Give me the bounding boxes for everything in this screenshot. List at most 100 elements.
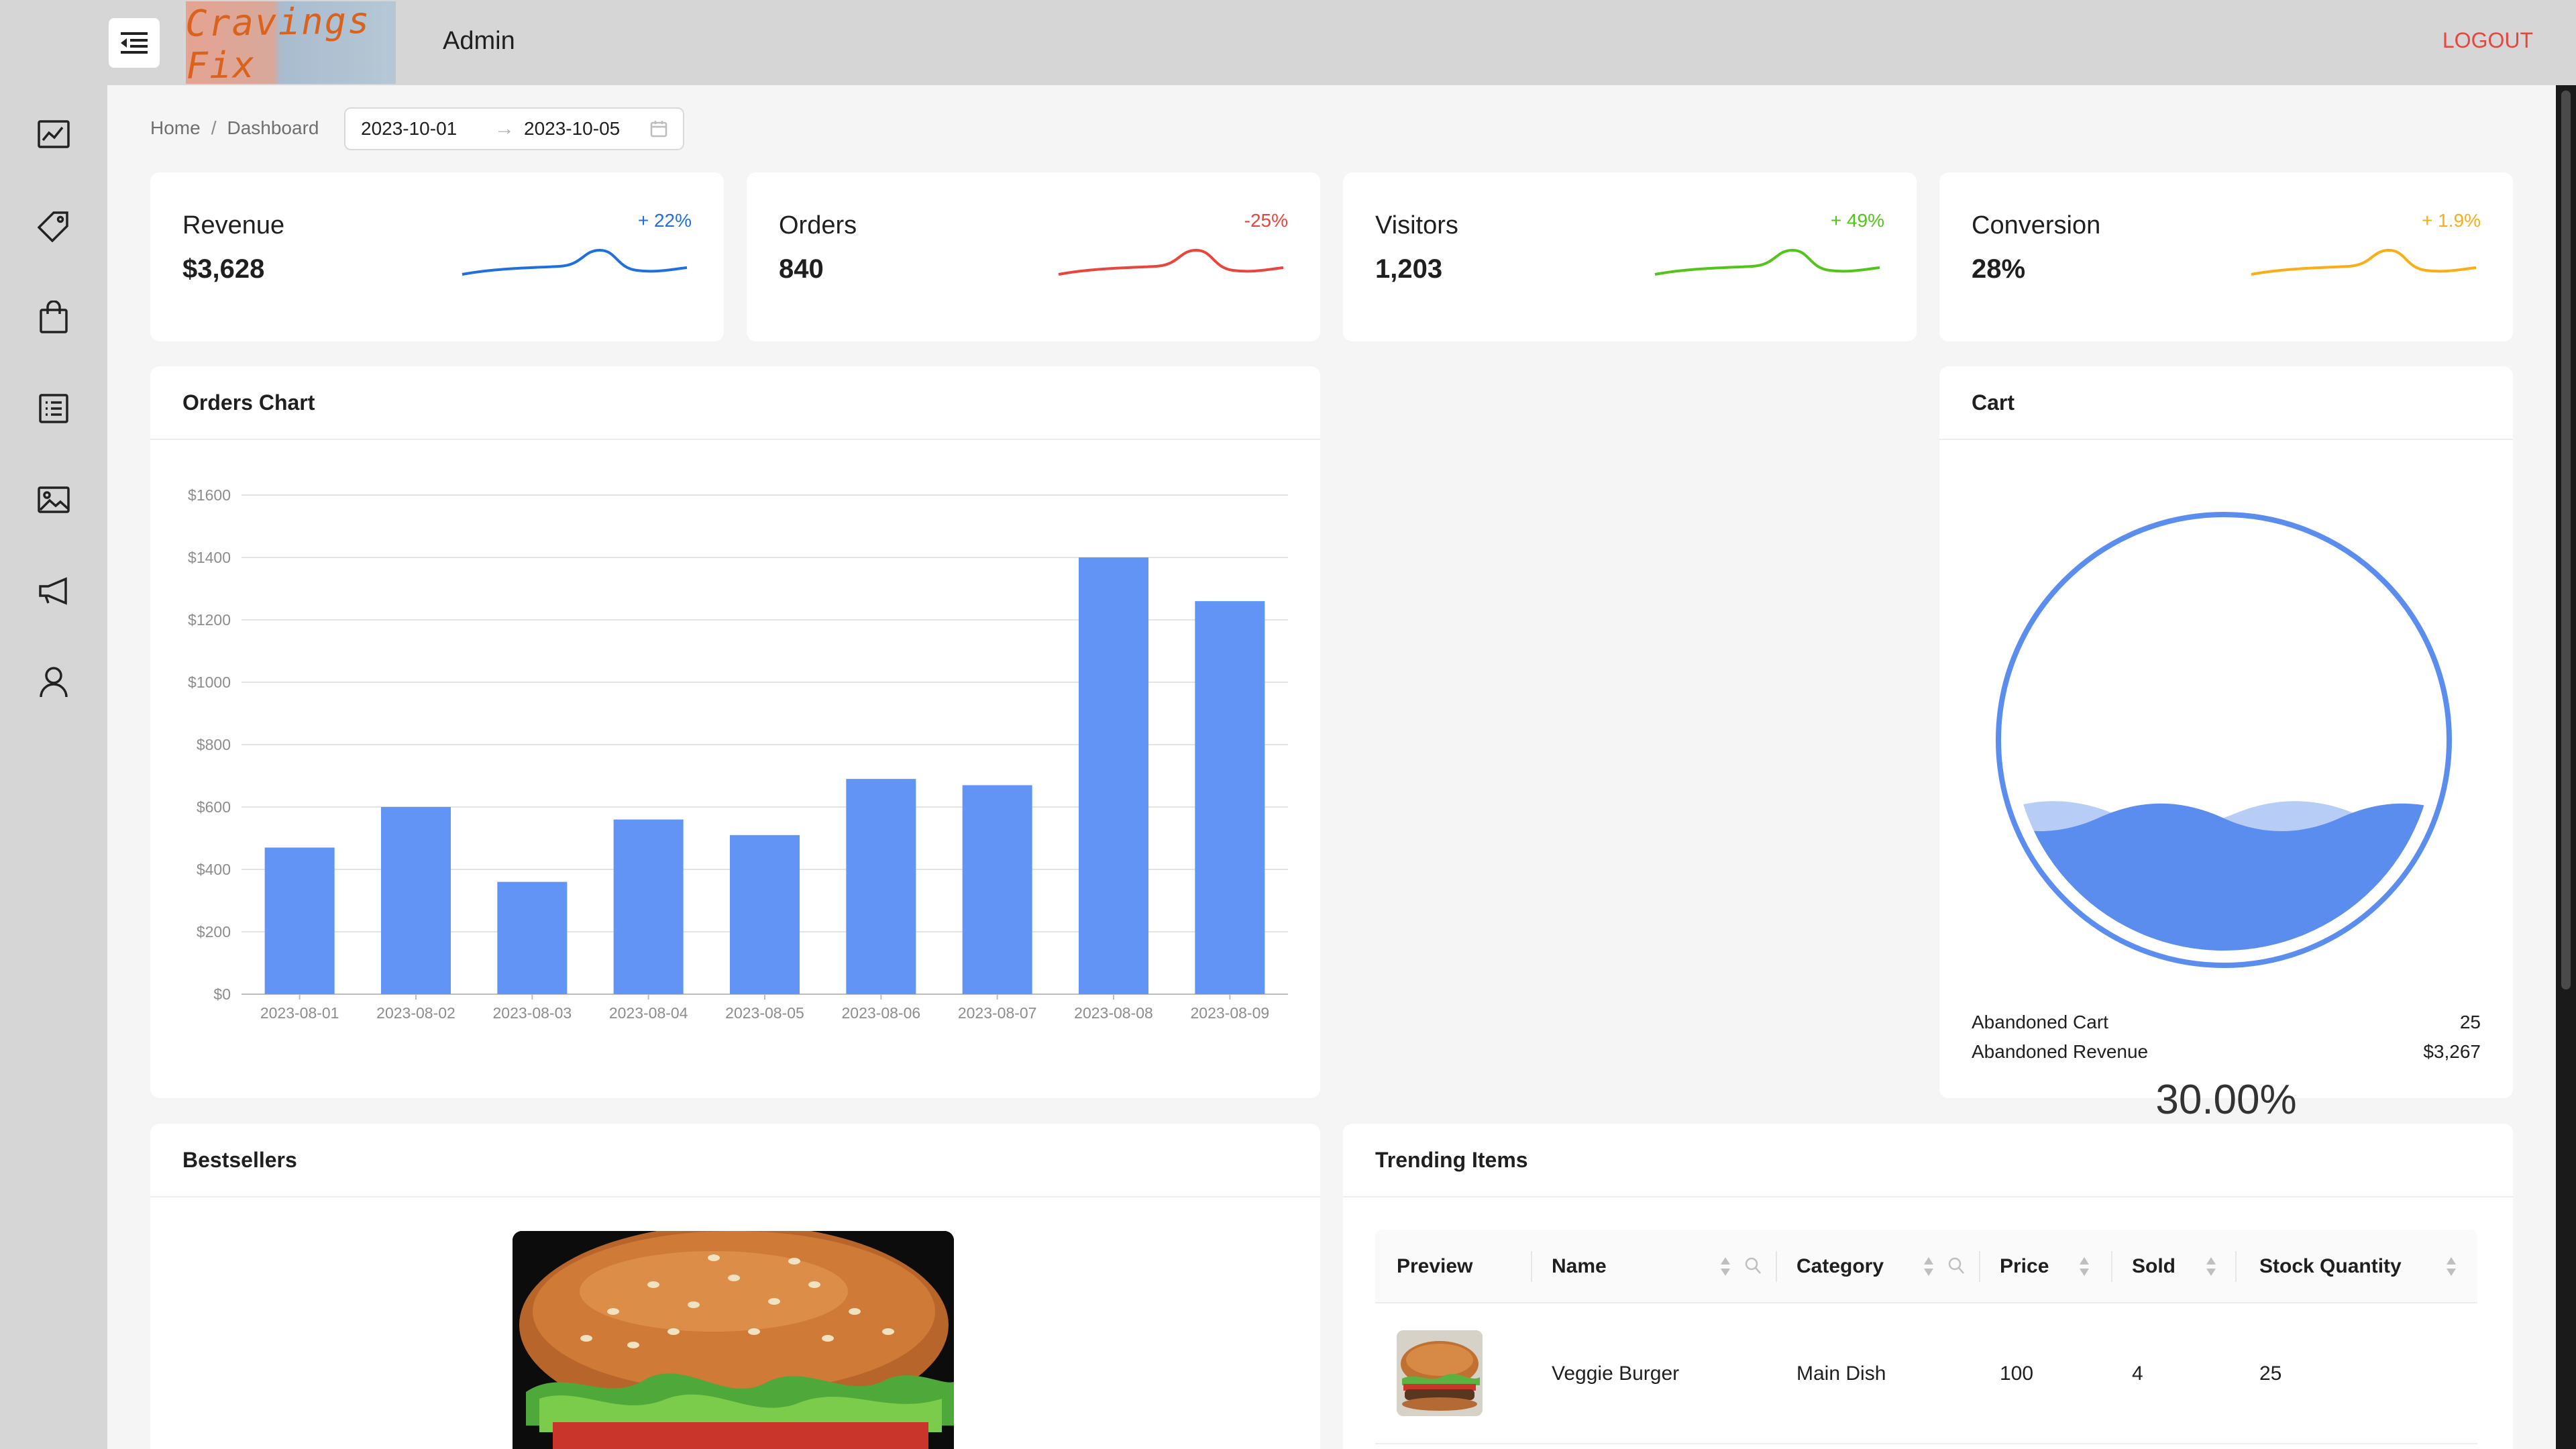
user-role-label: Admin <box>443 27 515 55</box>
cell-price: 100 <box>2000 1362 2034 1385</box>
orders-sparkline <box>1058 248 1284 276</box>
sidebar-item-orders[interactable] <box>34 388 74 429</box>
scrollbar-thumb[interactable] <box>2561 91 2571 989</box>
y-tick-label: $1400 <box>188 549 231 566</box>
x-tick-label: 2023-08-04 <box>609 1004 688 1022</box>
sidebar-item-promotions[interactable] <box>34 206 74 246</box>
x-tick-label: 2023-08-01 <box>260 1004 339 1022</box>
y-tick-label: $0 <box>213 985 231 1003</box>
bestsellers-title: Bestsellers <box>182 1148 297 1172</box>
y-tick-label: $1000 <box>188 674 231 691</box>
column-header-stock-quantity[interactable]: Stock Quantity <box>2259 1230 2402 1303</box>
stat-change: + 49% <box>1830 210 1884 231</box>
orders-chart-title: Orders Chart <box>182 390 315 415</box>
column-header-preview: Preview <box>1397 1255 1473 1277</box>
bar <box>613 819 684 994</box>
breadcrumb-current: Dashboard <box>227 117 319 138</box>
tag-icon <box>38 211 68 242</box>
sidebar-item-products[interactable] <box>34 297 74 337</box>
stat-value: $3,628 <box>182 254 265 284</box>
stat-card-revenue: Revenue $3,628 + 22% <box>150 172 724 341</box>
top-bar: Cravings Fix Admin LOGOUT <box>0 0 2576 85</box>
x-tick-label: 2023-08-06 <box>842 1004 921 1022</box>
stat-value: 840 <box>779 254 824 284</box>
cart-percent: 30.00% <box>2155 1077 2297 1123</box>
bar <box>381 807 451 994</box>
stat-title: Conversion <box>1972 211 2101 239</box>
search-icon[interactable] <box>1744 1256 1762 1275</box>
product-thumbnail <box>1397 1330 1483 1416</box>
menu-fold-icon <box>121 32 148 54</box>
trending-items-card: Trending Items Preview Name Category Pri… <box>1343 1124 2513 1449</box>
bar <box>962 785 1032 994</box>
column-header-price[interactable]: Price <box>2000 1230 2049 1303</box>
trending-items-title: Trending Items <box>1375 1148 1528 1172</box>
logout-button[interactable]: LOGOUT <box>2443 28 2533 53</box>
menu-toggle-button[interactable] <box>109 18 160 68</box>
sidebar-item-users[interactable] <box>34 662 74 702</box>
orders-bar-chart: $0 $200 $400 $600 $800 $1000 $1200 $1400 $1600 20… <box>188 486 1288 1022</box>
sort-icon[interactable] <box>2078 1255 2091 1278</box>
page-scrollbar[interactable] <box>2556 85 2576 1449</box>
card-header: Trending Items <box>1343 1124 2513 1197</box>
sort-icon[interactable] <box>2204 1255 2218 1278</box>
stat-change: -25% <box>1244 210 1288 231</box>
stat-change: + 1.9% <box>2422 210 2481 231</box>
abandoned-cart-label: Abandoned Cart <box>1972 1012 2108 1032</box>
abandoned-cart-value: 25 <box>2459 1012 2481 1032</box>
visitors-sparkline <box>1654 248 1880 276</box>
table-row[interactable]: Veggie Burger Main Dish 100 4 25 <box>1375 1303 2477 1444</box>
y-tick-label: $400 <box>197 861 231 878</box>
bestseller-product-image[interactable] <box>513 1231 954 1449</box>
bestsellers-card: Bestsellers <box>150 1124 1320 1449</box>
orders-chart-card: Orders Chart $0 $200 $400 $600 $800 $1000 $120… <box>150 366 1320 1098</box>
y-tick-label: $800 <box>197 736 231 753</box>
search-icon[interactable] <box>1947 1256 1965 1275</box>
stat-card-orders: Orders 840 -25% <box>747 172 1320 341</box>
bar <box>1079 557 1148 994</box>
brand-logo-text: Cravings Fix <box>186 1 372 84</box>
card-header: Bestsellers <box>150 1124 1320 1197</box>
image-icon <box>38 486 70 513</box>
x-tick-label: 2023-08-03 <box>493 1004 572 1022</box>
stat-value: 1,203 <box>1375 254 1443 284</box>
abandoned-revenue-value: $3,267 <box>2423 1041 2481 1062</box>
date-range-end[interactable]: 2023-10-05 <box>524 118 620 140</box>
brand-logo[interactable]: Cravings Fix <box>186 1 396 84</box>
column-divider <box>1979 1251 1980 1282</box>
column-divider <box>2235 1251 2237 1282</box>
column-header-name[interactable]: Name <box>1552 1230 1607 1303</box>
x-tick-label: 2023-08-09 <box>1191 1004 1270 1022</box>
x-tick-label: 2023-08-05 <box>725 1004 804 1022</box>
stat-card-conversion: Conversion 28% + 1.9% <box>1939 172 2513 341</box>
column-divider <box>2111 1251 2112 1282</box>
abandoned-revenue-label: Abandoned Revenue <box>1972 1041 2149 1062</box>
sort-icon[interactable] <box>1922 1255 1935 1278</box>
column-header-sold[interactable]: Sold <box>2132 1230 2176 1303</box>
sidebar-item-marketing[interactable] <box>34 571 74 611</box>
cell-stock-quantity: 25 <box>2259 1362 2282 1385</box>
date-range-picker[interactable]: 2023-10-01 → 2023-10-05 <box>344 107 684 150</box>
date-range-start[interactable]: 2023-10-01 <box>361 118 457 140</box>
sidebar-item-media[interactable] <box>34 480 74 520</box>
x-tick-label: 2023-08-07 <box>958 1004 1037 1022</box>
stat-title: Revenue <box>182 211 285 239</box>
list-icon <box>39 394 68 423</box>
table-header: Preview Name Category Price Sold Stock Q… <box>1375 1230 2477 1303</box>
breadcrumb-home[interactable]: Home <box>150 117 201 139</box>
column-divider <box>1776 1251 1777 1282</box>
stat-change: + 22% <box>637 210 692 231</box>
bar <box>730 835 800 994</box>
line-chart-icon <box>38 120 70 148</box>
y-tick-label: $600 <box>197 798 231 816</box>
column-divider <box>1531 1251 1532 1282</box>
y-tick-label: $1600 <box>188 486 231 504</box>
sidebar-item-dashboard[interactable] <box>34 114 74 154</box>
stat-card-visitors: Visitors 1,203 + 49% <box>1343 172 1917 341</box>
bar <box>1195 601 1265 994</box>
column-header-category[interactable]: Category <box>1796 1230 1884 1303</box>
sort-icon[interactable] <box>1719 1255 1732 1278</box>
megaphone-icon <box>39 577 67 605</box>
sort-icon[interactable] <box>2445 1255 2458 1278</box>
cart-card: Cart 30.00% Abandoned Cart 25 Abandoned … <box>1939 366 2513 1123</box>
